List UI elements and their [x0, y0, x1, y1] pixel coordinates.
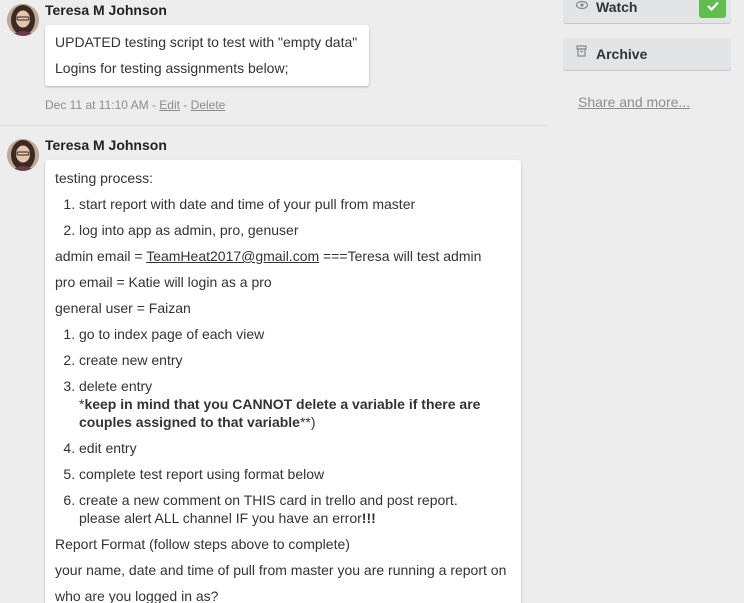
alert-bang: !!!: [361, 510, 376, 526]
list-item: log into app as admin, pro, genuser: [79, 217, 511, 243]
admin-email-link[interactable]: TeamHeat2017@gmail.com: [146, 248, 319, 264]
list-item: complete test report using format below: [79, 461, 511, 487]
comment-line: general user = Faizan: [55, 300, 191, 316]
watch-label: Watch: [596, 0, 638, 15]
list-item: edit entry: [79, 435, 511, 461]
note-suffix: **): [299, 414, 316, 430]
comment-author[interactable]: Teresa M Johnson: [45, 2, 167, 18]
avatar[interactable]: [7, 139, 39, 171]
comment-line: pro email = Katie will login as a pro: [55, 274, 272, 290]
meta-separator: -: [148, 98, 160, 112]
admin-suffix: ===Teresa will test admin: [319, 248, 482, 264]
list-item: create new entry: [79, 347, 511, 373]
watch-button[interactable]: Watch: [563, 0, 731, 23]
comment-line: who are you logged in as?: [55, 588, 219, 603]
archive-icon: [576, 38, 587, 70]
comment-line: UPDATED testing script to test with "emp…: [55, 34, 358, 50]
avatar-image: [7, 4, 39, 36]
delete-link[interactable]: Delete: [191, 98, 226, 112]
comment-line: testing process:: [55, 170, 154, 186]
avatar[interactable]: [7, 4, 39, 36]
comment-line: Logins for testing assignments below;: [55, 60, 289, 76]
list-item: start report with date and time of your …: [79, 191, 511, 217]
comment-timestamp[interactable]: Dec 11 at 11:10 AM: [45, 98, 149, 112]
list-item: delete entry *keep in mind that you CANN…: [79, 373, 511, 435]
list-item-text: delete entry: [79, 378, 153, 394]
eye-icon: [575, 0, 589, 23]
comment-body: testing process: start report with date …: [45, 160, 521, 603]
steps-list: go to index page of each view create new…: [55, 321, 511, 531]
avatar-image: [7, 139, 39, 171]
edit-link[interactable]: Edit: [159, 98, 180, 112]
admin-email-line: admin email = TeamHeat2017@gmail.com ===…: [55, 243, 511, 269]
archive-label: Archive: [596, 46, 648, 62]
admin-prefix: admin email =: [55, 248, 147, 264]
comment-author[interactable]: Teresa M Johnson: [45, 137, 167, 153]
watch-check-icon: [699, 0, 726, 18]
comment-line: your name, date and time of pull from ma…: [55, 562, 507, 578]
alert-note: please alert ALL channel IF you have an …: [79, 510, 362, 526]
comment-divider: [0, 125, 547, 126]
list-item: go to index page of each view: [79, 321, 511, 347]
bold-note: keep in mind that you CANNOT delete a va…: [79, 396, 481, 430]
comment-body: UPDATED testing script to test with "emp…: [45, 25, 369, 86]
comment-meta: Dec 11 at 11:10 AM - Edit - Delete: [45, 98, 225, 112]
comment-line: Report Format (follow steps above to com…: [55, 536, 350, 552]
list-item-text: create a new comment on THIS card in tre…: [79, 492, 458, 508]
list-item: create a new comment on THIS card in tre…: [79, 487, 511, 531]
share-and-more-link[interactable]: Share and more...: [578, 94, 690, 110]
steps-list: start report with date and time of your …: [55, 191, 511, 243]
meta-separator: -: [179, 98, 191, 112]
archive-button[interactable]: Archive: [563, 38, 731, 70]
